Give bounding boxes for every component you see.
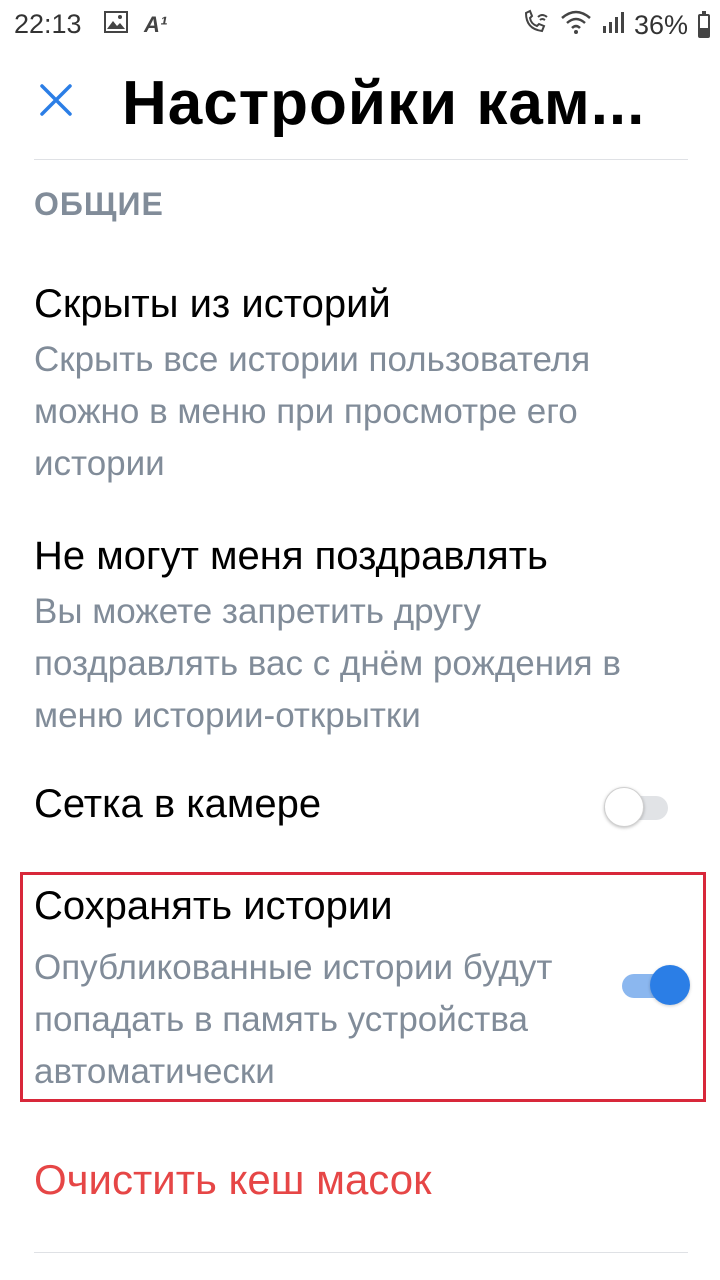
setting-title: Не могут меня поздравлять — [34, 534, 548, 578]
setting-description: Вы можете запретить другу поздравлять ва… — [34, 592, 621, 735]
status-bar: 22:13 A¹ 36% — [0, 0, 720, 50]
setting-description: Опубликованные истории будут попадать в … — [34, 948, 553, 1091]
header: Настройки кам... — [0, 50, 720, 160]
a1-icon: A¹ — [144, 12, 168, 37]
clear-mask-cache-button[interactable]: Очистить кеш масок — [34, 1156, 432, 1204]
save-stories-toggle[interactable] — [622, 965, 690, 1005]
close-icon — [40, 84, 72, 116]
status-time: 22:13 — [14, 9, 82, 39]
setting-title: Сохранять истории — [34, 884, 393, 928]
section-label-general: ОБЩИЕ — [34, 186, 164, 222]
setting-title: Сетка в камере — [34, 782, 322, 826]
page-title: Настройки кам... — [122, 69, 646, 138]
battery-icon — [698, 10, 710, 38]
wifi-call-icon — [522, 9, 550, 42]
wifi-icon — [560, 9, 592, 42]
camera-grid-toggle[interactable] — [604, 787, 668, 827]
setting-description: Скрыть все истории пользователя можно в … — [34, 340, 591, 483]
header-divider — [34, 159, 688, 160]
image-icon — [104, 11, 128, 40]
bottom-divider — [34, 1252, 688, 1253]
setting-title: Скрыты из историй — [34, 282, 391, 326]
close-button[interactable] — [30, 74, 82, 126]
battery-percent: 36% — [633, 10, 688, 40]
signal-icon — [602, 10, 624, 41]
